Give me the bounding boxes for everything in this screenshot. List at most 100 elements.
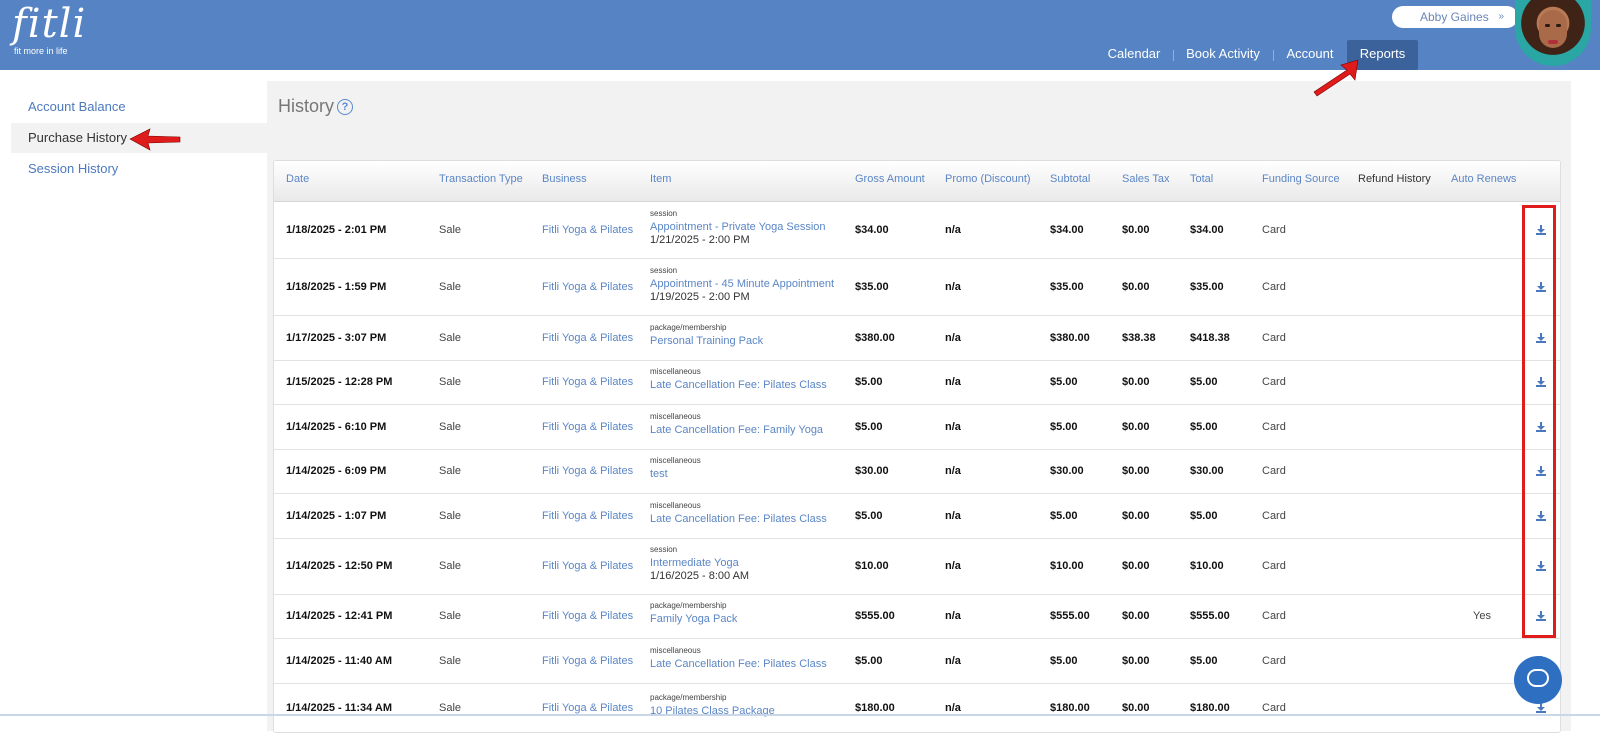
row-item-link[interactable]: test [650, 468, 668, 480]
row-subtotal: $180.00 [1050, 702, 1090, 714]
row-item-category: miscellaneous [650, 501, 701, 510]
logo-tagline: fit more in life [14, 46, 68, 56]
row-item-link[interactable]: Late Cancellation Fee: Pilates Class [650, 379, 827, 391]
row-business-link[interactable]: Fitli Yoga & Pilates [542, 610, 633, 622]
column-header-sales-tax[interactable]: Sales Tax [1122, 173, 1170, 185]
table-row: 1/14/2025 - 6:10 PM Sale Fitli Yoga & Pila… [274, 404, 1560, 450]
column-header-subtotal[interactable]: Subtotal [1050, 173, 1090, 185]
row-item-link[interactable]: Late Cancellation Fee: Pilates Class [650, 658, 827, 670]
row-sales-tax: $0.00 [1122, 281, 1150, 293]
row-business-link[interactable]: Fitli Yoga & Pilates [542, 702, 633, 714]
row-date: 1/15/2025 - 12:28 PM [286, 376, 393, 388]
row-item-link[interactable]: Late Cancellation Fee: Pilates Class [650, 513, 827, 525]
column-header-total[interactable]: Total [1190, 173, 1213, 185]
row-item-link[interactable]: Appointment - 45 Minute Appointment [650, 278, 834, 290]
row-item-category: session [650, 209, 678, 218]
row-promo: n/a [945, 421, 961, 433]
avatar-lips [1548, 40, 1558, 44]
row-total: $180.00 [1190, 702, 1230, 714]
row-total: $34.00 [1190, 224, 1224, 236]
row-sales-tax: $0.00 [1122, 702, 1150, 714]
row-promo: n/a [945, 332, 961, 344]
row-transaction-type: Sale [439, 560, 462, 572]
row-total: $418.38 [1190, 332, 1230, 344]
sidebar-item-session-history[interactable]: Session History [11, 154, 269, 184]
row-gross-amount: $180.00 [855, 702, 895, 714]
row-promo: n/a [945, 560, 961, 572]
row-item-category: miscellaneous [650, 367, 701, 376]
help-icon[interactable]: ? [337, 99, 353, 115]
row-item-link[interactable]: Personal Training Pack [650, 335, 763, 347]
row-promo: n/a [945, 281, 961, 293]
nav-book-activity[interactable]: Book Activity [1180, 40, 1266, 70]
row-date: 1/18/2025 - 2:01 PM [286, 224, 387, 236]
row-business-link[interactable]: Fitli Yoga & Pilates [542, 224, 633, 236]
row-promo: n/a [945, 610, 961, 622]
row-item-date: 1/21/2025 - 2:00 PM [650, 234, 750, 246]
column-header-refund-history: Refund History [1358, 173, 1431, 185]
row-business-link[interactable]: Fitli Yoga & Pilates [542, 376, 633, 388]
row-business-link[interactable]: Fitli Yoga & Pilates [542, 281, 633, 293]
row-date: 1/18/2025 - 1:59 PM [286, 281, 387, 293]
row-funding-source: Card [1262, 702, 1286, 714]
row-promo: n/a [945, 655, 961, 667]
row-gross-amount: $5.00 [855, 421, 883, 433]
row-total: $35.00 [1190, 281, 1224, 293]
row-item-link[interactable]: Appointment - Private Yoga Session [650, 221, 826, 233]
download-icon[interactable] [1536, 703, 1546, 713]
table-row: 1/14/2025 - 12:41 PM Sale Fitli Yoga & Pil… [274, 594, 1560, 639]
row-funding-source: Card [1262, 332, 1286, 344]
column-header-transaction-type[interactable]: Transaction Type [439, 173, 523, 185]
column-header-auto-renews[interactable]: Auto Renews [1451, 173, 1516, 185]
row-item-category: session [650, 545, 678, 554]
row-business-link[interactable]: Fitli Yoga & Pilates [542, 655, 633, 667]
row-transaction-type: Sale [439, 702, 462, 714]
column-header-promo[interactable]: Promo (Discount) [945, 173, 1031, 185]
row-subtotal: $555.00 [1050, 610, 1090, 622]
red-arrow-reports [1313, 59, 1359, 97]
row-auto-renews: Yes [1473, 610, 1491, 622]
table-row: 1/18/2025 - 2:01 PM Sale Fitli Yoga & Pila… [274, 202, 1560, 259]
row-item-link[interactable]: Intermediate Yoga [650, 557, 739, 569]
user-menu-button[interactable]: Abby Gaines » [1392, 6, 1518, 28]
row-subtotal: $380.00 [1050, 332, 1090, 344]
row-gross-amount: $5.00 [855, 655, 883, 667]
row-funding-source: Card [1262, 281, 1286, 293]
sidebar-item-account-balance[interactable]: Account Balance [11, 92, 269, 122]
column-header-business[interactable]: Business [542, 173, 587, 185]
row-gross-amount: $35.00 [855, 281, 889, 293]
row-gross-amount: $380.00 [855, 332, 895, 344]
row-funding-source: Card [1262, 376, 1286, 388]
row-business-link[interactable]: Fitli Yoga & Pilates [542, 560, 633, 572]
table-header: Date Transaction Type Business Item Gros… [274, 161, 1560, 202]
column-header-funding-source[interactable]: Funding Source [1262, 173, 1340, 185]
row-date: 1/14/2025 - 12:41 PM [286, 610, 393, 622]
table-row: 1/17/2025 - 3:07 PM Sale Fitli Yoga & Pila… [274, 315, 1560, 361]
table-row: 1/14/2025 - 6:09 PM Sale Fitli Yoga & Pila… [274, 449, 1560, 494]
row-sales-tax: $0.00 [1122, 421, 1150, 433]
column-header-date[interactable]: Date [286, 173, 309, 185]
bottom-border [0, 714, 1600, 716]
chevron-down-icon: » [1498, 11, 1504, 22]
column-header-item[interactable]: Item [650, 173, 671, 185]
row-date: 1/14/2025 - 6:10 PM [286, 421, 387, 433]
row-subtotal: $34.00 [1050, 224, 1084, 236]
row-business-link[interactable]: Fitli Yoga & Pilates [542, 332, 633, 344]
row-business-link[interactable]: Fitli Yoga & Pilates [542, 510, 633, 522]
table-row: 1/18/2025 - 1:59 PM Sale Fitli Yoga & Pila… [274, 258, 1560, 316]
row-business-link[interactable]: Fitli Yoga & Pilates [542, 421, 633, 433]
fitli-logo[interactable]: fitli fit more in life [12, 4, 86, 56]
row-item-link[interactable]: Late Cancellation Fee: Family Yoga [650, 424, 823, 436]
row-item-link[interactable]: Family Yoga Pack [650, 613, 737, 625]
row-sales-tax: $0.00 [1122, 376, 1150, 388]
row-item-category: miscellaneous [650, 412, 701, 421]
row-transaction-type: Sale [439, 332, 462, 344]
row-sales-tax: $0.00 [1122, 510, 1150, 522]
nav-calendar[interactable]: Calendar [1098, 40, 1170, 70]
row-business-link[interactable]: Fitli Yoga & Pilates [542, 465, 633, 477]
table-row: 1/14/2025 - 11:34 AM Sale Fitli Yoga & Pil… [274, 683, 1560, 732]
column-header-gross-amount[interactable]: Gross Amount [855, 173, 925, 185]
chat-icon[interactable] [1514, 656, 1562, 704]
avatar-eye [1545, 24, 1550, 27]
row-item-category: miscellaneous [650, 646, 701, 655]
